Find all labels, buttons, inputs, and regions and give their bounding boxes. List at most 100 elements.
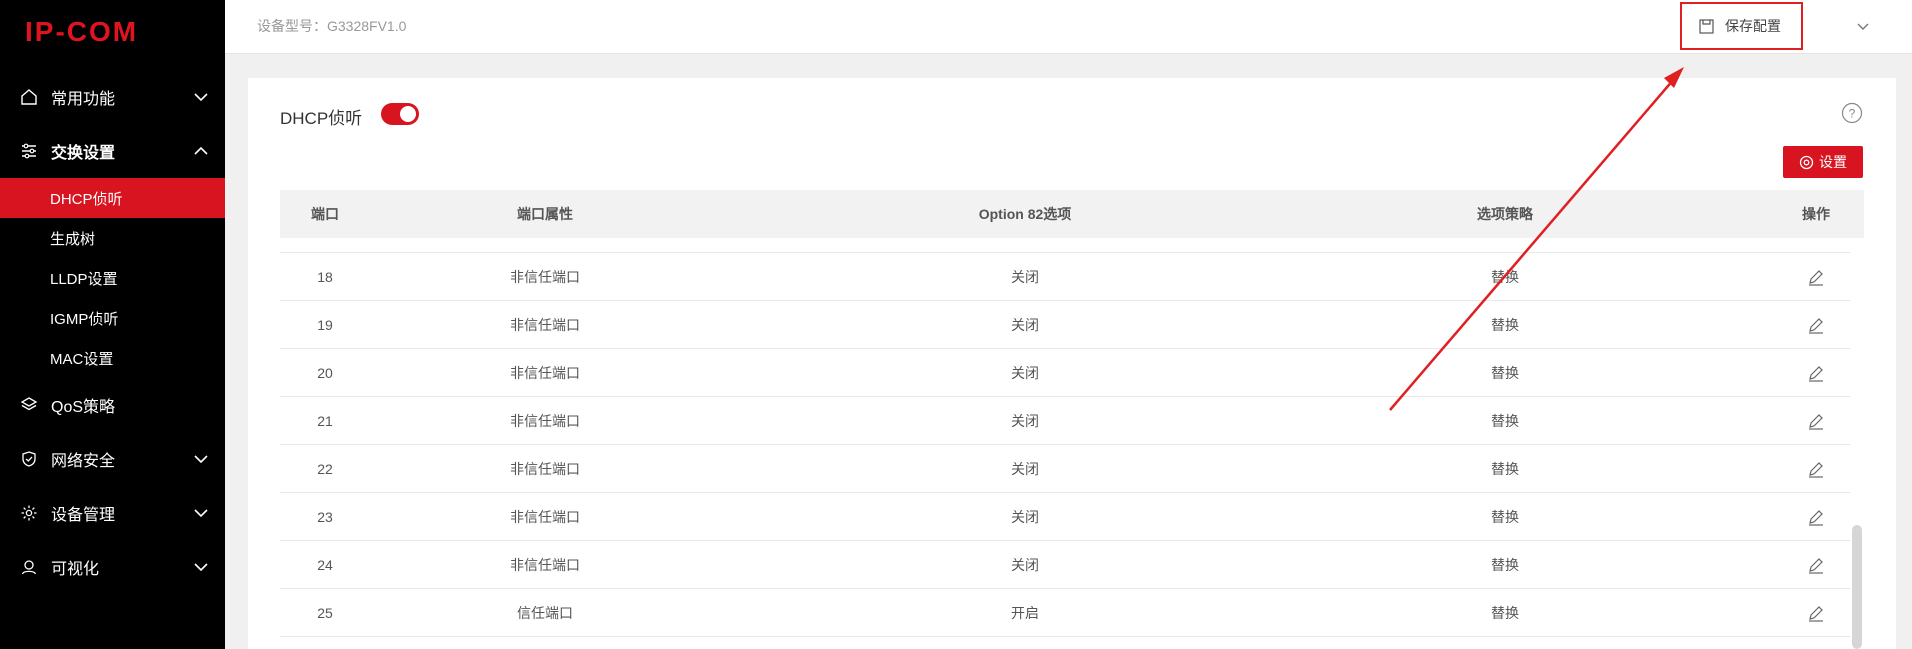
settings-label: 设置 — [1819, 154, 1847, 170]
menu-group-label: 可视化 — [51, 561, 100, 578]
menu-group-label: 交换设置 — [51, 145, 116, 162]
table-row: 19 非信任端口 关闭 替换 — [280, 301, 1850, 349]
edit-icon[interactable] — [1807, 556, 1825, 574]
cell-port-attribute: 非信任端口 — [510, 365, 580, 381]
sliders-icon — [22, 143, 36, 159]
chevron-down-icon — [194, 93, 208, 102]
settings-icon — [1799, 155, 1814, 169]
menu-group-network-security[interactable]: 网络安全 — [0, 432, 225, 486]
menu-group-label: 设备管理 — [51, 507, 116, 524]
menu-group-label: 常用功能 — [51, 91, 116, 108]
save-config-button[interactable]: 保存配置 — [1680, 2, 1803, 50]
cell-option82: 关闭 — [1011, 269, 1039, 285]
menu-group-device-management[interactable]: 设备管理 — [0, 486, 225, 540]
menu-group-switch-settings[interactable]: 交换设置 — [0, 124, 225, 178]
menu-group-visualization[interactable]: 可视化 — [0, 540, 225, 594]
save-icon — [1699, 18, 1714, 34]
edit-icon[interactable] — [1807, 364, 1825, 382]
sidebar-item-igmp[interactable]: IGMP侦听 — [0, 298, 225, 338]
cell-policy: 替换 — [1491, 605, 1519, 621]
cell-option82: 关闭 — [1011, 365, 1039, 381]
cell-option82: 关闭 — [1011, 461, 1039, 477]
menu-group-common[interactable]: 常用功能 — [0, 70, 225, 124]
cell-policy: 替换 — [1491, 509, 1519, 525]
sidebar-item-dhcp-snooping[interactable]: DHCP侦听 — [0, 178, 225, 218]
home-icon — [21, 89, 37, 105]
settings-button[interactable]: 设置 — [1783, 146, 1863, 178]
edit-icon[interactable] — [1807, 604, 1825, 622]
sidebar-item-mac[interactable]: MAC设置 — [0, 338, 225, 378]
menu-group-label: 网络安全 — [51, 453, 116, 470]
cell-port-attribute: 非信任端口 — [510, 461, 580, 477]
cell-option82: 关闭 — [1011, 557, 1039, 573]
edit-icon[interactable] — [1807, 460, 1825, 478]
col-header-port: 端口 — [311, 206, 339, 222]
svg-text:?: ? — [1849, 107, 1856, 121]
svg-text:IP-COM: IP-COM — [25, 16, 138, 46]
edit-icon[interactable] — [1807, 412, 1825, 430]
cell-policy: 替换 — [1491, 557, 1519, 573]
table-row: 20 非信任端口 关闭 替换 — [280, 349, 1850, 397]
toggle-knob — [400, 106, 416, 122]
cell-policy: 替换 — [1491, 317, 1519, 333]
cell-option82: 关闭 — [1011, 317, 1039, 333]
chevron-down-icon — [194, 563, 208, 572]
cell-port-attribute: 非信任端口 — [510, 269, 580, 285]
cell-port: 25 — [317, 605, 333, 621]
cell-option82: 开启 — [1011, 605, 1039, 621]
edit-icon[interactable] — [1807, 316, 1825, 334]
table-row: 21 非信任端口 关闭 替换 — [280, 397, 1850, 445]
cell-port: 19 — [317, 317, 333, 333]
table-row: 25 信任端口 开启 替换 — [280, 589, 1850, 637]
chevron-up-icon — [194, 146, 208, 155]
cell-port-attribute: 非信任端口 — [510, 557, 580, 573]
table-body: 18 非信任端口 关闭 替换 19 非信任端口 关闭 替换 20 非信任端口 关闭 替换 21 非信任端口… — [280, 253, 1850, 649]
cell-port: 18 — [317, 269, 333, 285]
edit-icon[interactable] — [1807, 508, 1825, 526]
cell-port: 21 — [317, 413, 333, 429]
chevron-down-icon[interactable] — [1855, 18, 1871, 34]
cell-port-attribute: 非信任端口 — [510, 509, 580, 525]
device-model-label: 设备型号：G3328FV1.0 — [257, 18, 407, 34]
col-header-port-attribute: 端口属性 — [517, 206, 573, 222]
cell-port: 20 — [317, 365, 333, 381]
sidebar-item-spanning-tree[interactable]: 生成树 — [0, 218, 225, 258]
chevron-down-icon — [194, 455, 208, 464]
col-header-policy: 选项策略 — [1477, 206, 1533, 222]
cell-policy: 替换 — [1491, 269, 1519, 285]
ip-com-logo: IP-COM — [25, 16, 138, 46]
cell-option82: 关闭 — [1011, 509, 1039, 525]
cell-port: 23 — [317, 509, 333, 525]
top-bar: 设备型号：G3328FV1.0 保存配置 — [225, 0, 1912, 54]
cell-port-attribute: 非信任端口 — [510, 317, 580, 333]
help-icon[interactable]: ? — [1841, 102, 1863, 124]
sidebar: IP-COM 常用功能 交换设置 DHCP侦听 生成树 LLDP设置 IGMP侦… — [0, 0, 225, 649]
col-header-option82: Option 82选项 — [978, 206, 1072, 222]
cell-option82: 关闭 — [1011, 413, 1039, 429]
shield-icon — [22, 451, 36, 467]
cell-policy: 替换 — [1491, 365, 1519, 381]
table-row: 24 非信任端口 关闭 替换 — [280, 541, 1850, 589]
col-header-actions: 操作 — [1802, 206, 1830, 222]
chevron-down-icon — [194, 509, 208, 518]
layers-icon — [20, 397, 38, 411]
user-icon — [21, 560, 37, 575]
cell-policy: 替换 — [1491, 461, 1519, 477]
table-row: 23 非信任端口 关闭 替换 — [280, 493, 1850, 541]
table-scrollbar[interactable] — [1852, 525, 1862, 649]
gear-icon — [21, 505, 37, 521]
edit-icon[interactable] — [1807, 268, 1825, 286]
dhcp-snooping-panel: DHCP侦听 ? 设置 端口 端口属性 Option 82选项 选项策略 操作 … — [248, 78, 1896, 649]
page-title: DHCP侦听 — [280, 109, 363, 128]
menu-group-qos[interactable]: QoS策略 — [0, 378, 225, 432]
table-row: 22 非信任端口 关闭 替换 — [280, 445, 1850, 493]
cell-policy: 替换 — [1491, 413, 1519, 429]
cell-port-attribute: 信任端口 — [517, 605, 573, 621]
cell-port-attribute: 非信任端口 — [510, 413, 580, 429]
cell-port: 22 — [317, 461, 333, 477]
save-config-label: 保存配置 — [1725, 18, 1781, 34]
cell-port: 24 — [317, 557, 333, 573]
table-row: 18 非信任端口 关闭 替换 — [280, 253, 1850, 301]
dhcp-snooping-toggle[interactable] — [381, 103, 419, 125]
sidebar-item-lldp[interactable]: LLDP设置 — [0, 258, 225, 298]
